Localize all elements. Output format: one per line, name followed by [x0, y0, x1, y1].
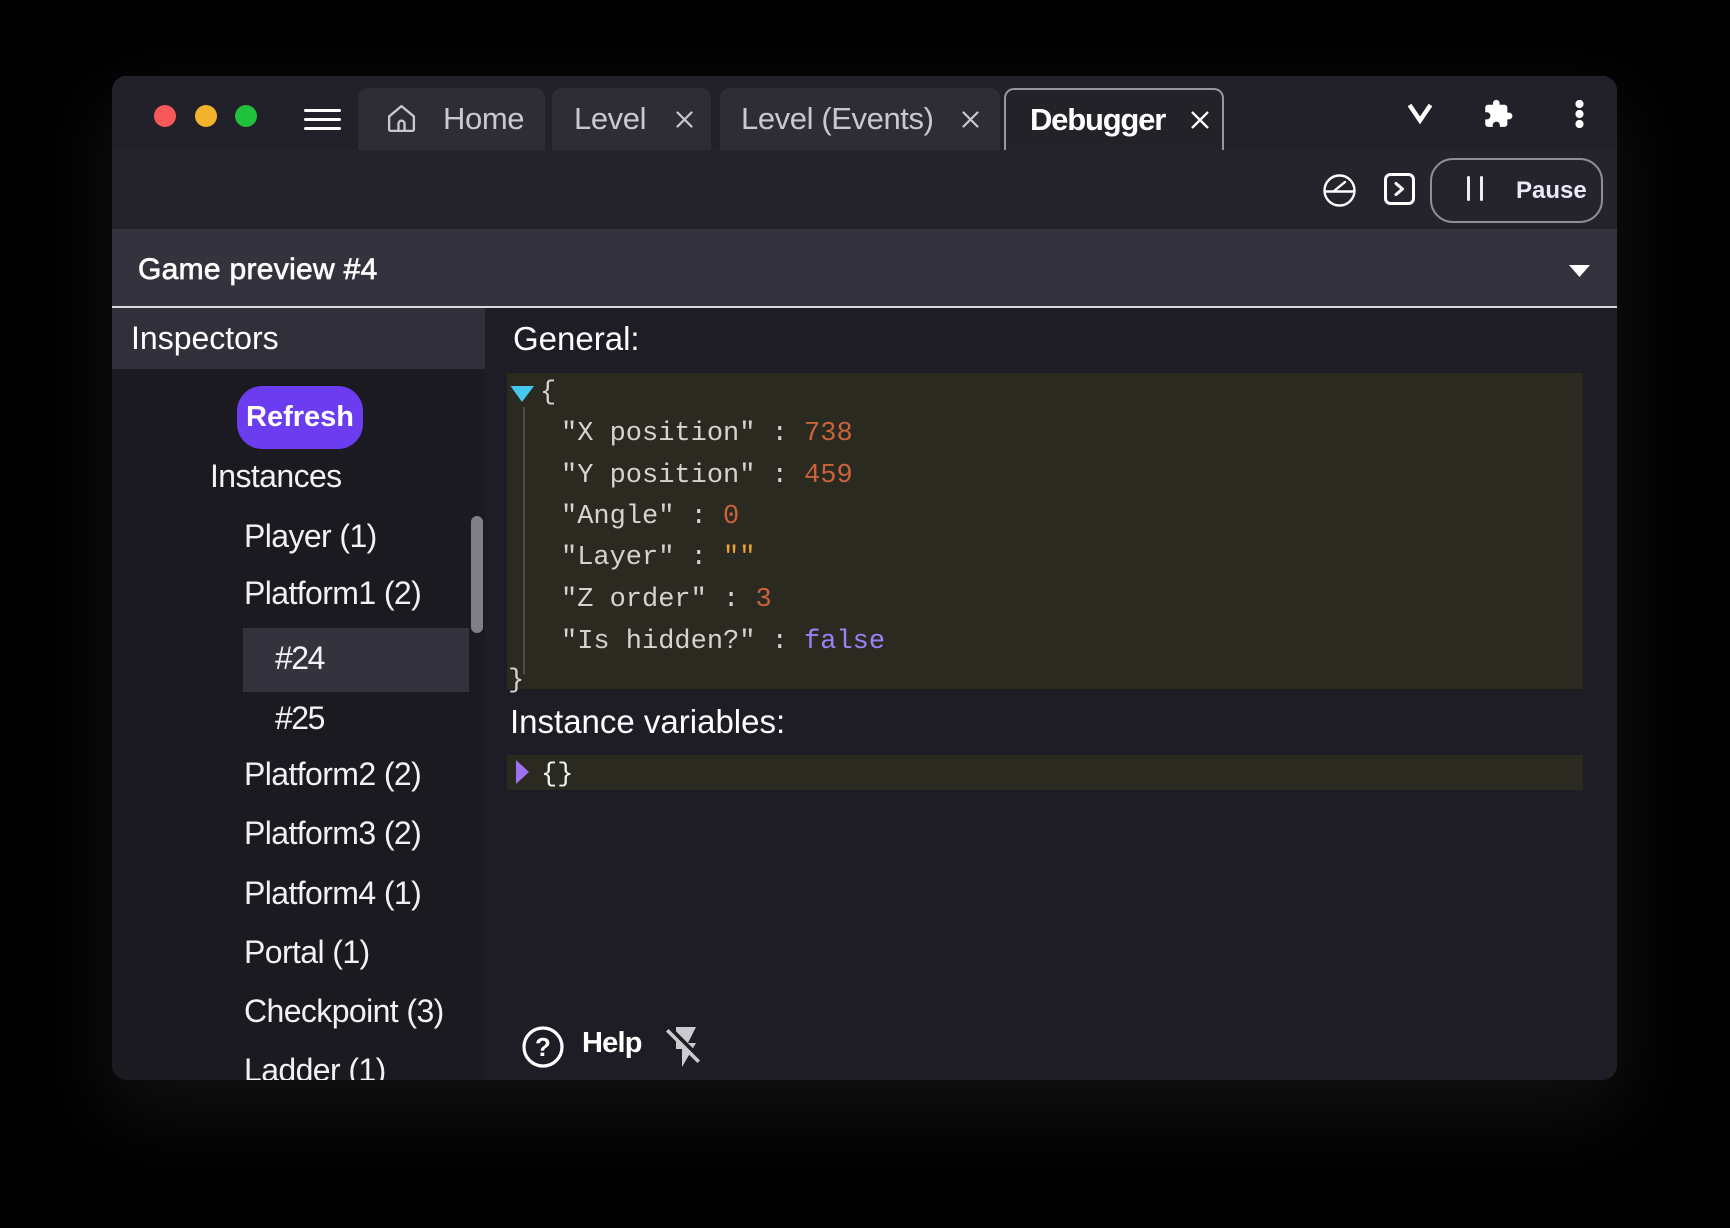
- svg-text:?: ?: [535, 1032, 551, 1062]
